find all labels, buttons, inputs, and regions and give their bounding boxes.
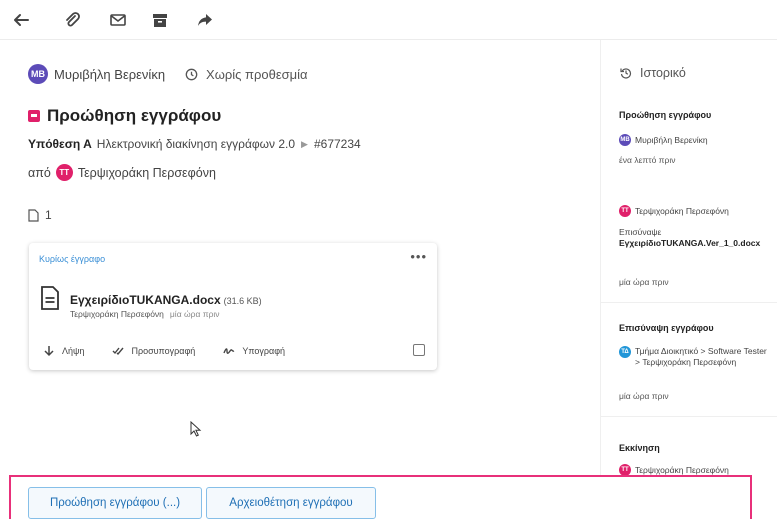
signature-icon <box>223 348 235 354</box>
avatar: TT <box>619 464 631 475</box>
history-entry-path: ΤΔ Τμήμα Διοικητικό > Software Tester > … <box>619 346 774 368</box>
double-check-icon <box>112 347 124 356</box>
history-entry-title: Επισύναψη εγγράφου <box>619 323 714 333</box>
envelope-icon[interactable] <box>107 9 129 31</box>
uploader-name: Τερψιχοράκη Περσεφόνη <box>70 309 164 319</box>
download-button[interactable]: Λήψη <box>43 345 84 357</box>
select-checkbox[interactable] <box>413 344 425 356</box>
deadline[interactable]: Χωρίς προθεσμία <box>185 67 308 82</box>
history-divider <box>601 302 777 303</box>
download-label: Λήψη <box>62 346 85 356</box>
history-path-text: Τμήμα Διοικητικό > Software Tester > Τερ… <box>635 346 767 367</box>
history-action: Επισύναψε <box>619 227 662 237</box>
sign-label: Υπογραφή <box>242 346 286 356</box>
task-detail-panel: MB Μυριβήλη Βερενίκη Χωρίς προθεσμία Προ… <box>0 40 600 475</box>
sender-name[interactable]: Τερψιχοράκη Περσεφόνη <box>78 166 216 180</box>
history-sidebar: Ιστορικό Προώθηση εγγράφου MB Μυριβήλη Β… <box>600 40 777 475</box>
assignee-name[interactable]: Μυριβήλη Βερενίκη <box>54 67 165 82</box>
archive-document-button[interactable]: Αρχειοθέτηση εγγράφου <box>206 487 376 519</box>
attachment-count-value: 1 <box>45 208 52 222</box>
forward-document-button[interactable]: Προώθηση εγγράφου (...) <box>28 487 202 519</box>
clock-icon <box>185 68 198 80</box>
process-name[interactable]: Ηλεκτρονική διακίνηση εγγράφων 2.0 <box>97 137 295 151</box>
page-title-row: Προώθηση εγγράφου <box>28 106 221 126</box>
history-entry-time: μία ώρα πριν <box>619 277 669 287</box>
history-user-name: Μυριβήλη Βερενίκη <box>635 135 708 145</box>
file-name[interactable]: ΕγχειρίδιοTUKANGA.docx <box>70 293 221 307</box>
avatar: MB <box>619 134 631 146</box>
action-footer: Προώθηση εγγράφου (...) Αρχειοθέτηση εγγ… <box>0 475 777 519</box>
file-size: (31.6 KB) <box>223 296 262 306</box>
avatar: MB <box>28 64 48 84</box>
attachment-count[interactable]: 1 <box>28 208 52 222</box>
file-icon <box>41 286 59 310</box>
history-file: ΕγχειρίδιοTUKANGA.Ver_1_0.docx <box>619 238 761 248</box>
history-user-name: Τερψιχοράκη Περσεφόνη <box>635 206 729 216</box>
file-name-row: ΕγχειρίδιοTUKANGA.docx (31.6 KB) <box>70 293 262 307</box>
chevron-right-icon: ▶ <box>301 138 308 149</box>
deadline-text: Χωρίς προθεσμία <box>206 66 308 82</box>
card-label: Κυρίως έγγραφο <box>39 254 106 264</box>
history-entry-time: μία ώρα πριν <box>619 391 669 401</box>
task-type-icon <box>28 110 40 122</box>
avatar: TT <box>55 164 73 181</box>
presign-button[interactable]: Προσυπογραφή <box>112 345 195 357</box>
history-entry-text: Επισύναψε ΕγχειρίδιοTUKANGA.Ver_1_0.docx <box>619 227 769 249</box>
history-divider <box>601 416 777 417</box>
sender-row: από TT Τερψιχοράκη Περσεφόνη <box>28 164 216 181</box>
history-entry-title: Εκκίνηση <box>619 443 660 453</box>
history-entry-user: MB Μυριβήλη Βερενίκη <box>619 134 708 146</box>
history-header: Ιστορικό <box>620 66 686 80</box>
avatar: TT <box>619 205 631 217</box>
top-toolbar <box>0 0 777 40</box>
history-entry-user: TT Τερψιχοράκη Περσεφόνη <box>619 205 729 217</box>
history-title: Ιστορικό <box>640 66 686 80</box>
reference-number[interactable]: #677234 <box>314 137 361 151</box>
paperclip-icon[interactable] <box>61 9 83 31</box>
subject-label: Υπόθεση Α <box>28 137 92 151</box>
history-user-name: Τερψιχοράκη Περσεφόνη <box>635 465 729 475</box>
history-icon <box>620 68 632 79</box>
breadcrumb: Υπόθεση Α Ηλεκτρονική διακίνηση εγγράφων… <box>28 137 361 151</box>
from-label: από <box>28 165 51 180</box>
history-entry-title: Προώθηση εγγράφου <box>619 110 712 120</box>
document-actions: Λήψη Προσυπογραφή Υπογραφή <box>43 345 313 357</box>
mouse-cursor-icon <box>190 421 202 437</box>
file-meta: Τερψιχοράκη Περσεφόνη μία ώρα πριν <box>70 309 220 319</box>
presign-label: Προσυπογραφή <box>131 346 196 356</box>
main-document-card: Κυρίως έγγραφο ••• ΕγχειρίδιοTUKANGA.doc… <box>29 243 437 370</box>
history-entry-time: ένα λεπτό πριν <box>619 155 676 165</box>
upload-time: μία ώρα πριν <box>169 309 220 319</box>
more-options-icon[interactable]: ••• <box>410 249 427 264</box>
share-forward-icon[interactable] <box>194 9 216 31</box>
archive-icon[interactable] <box>149 9 171 31</box>
history-entry-user: TT Τερψιχοράκη Περσεφόνη <box>619 464 729 475</box>
download-icon <box>44 346 54 357</box>
document-icon <box>28 208 39 222</box>
avatar: ΤΔ <box>619 346 631 358</box>
assignee-row: MB Μυριβήλη Βερενίκη Χωρίς προθεσμία <box>28 64 308 84</box>
page-title: Προώθηση εγγράφου <box>47 106 222 125</box>
back-arrow-icon[interactable] <box>10 9 32 31</box>
sign-button[interactable]: Υπογραφή <box>223 345 285 357</box>
